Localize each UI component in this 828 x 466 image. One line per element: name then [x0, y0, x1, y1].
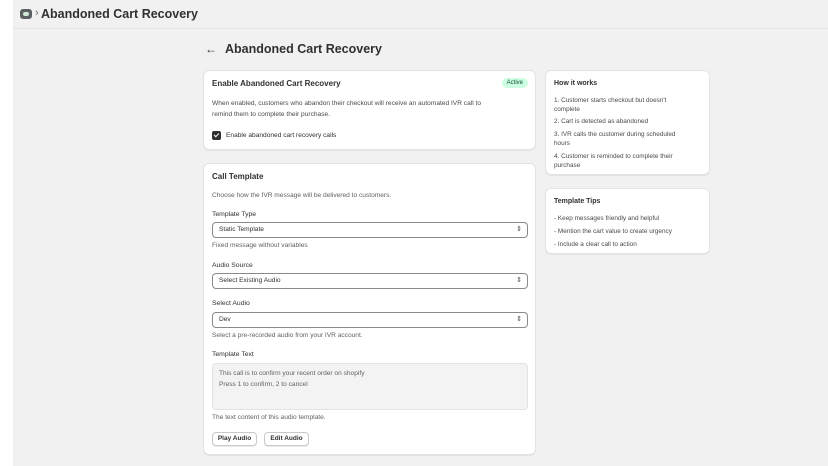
audio-source-label: Audio Source	[212, 262, 253, 269]
select-audio-help: Select a pre-recorded audio from your IV…	[212, 332, 363, 339]
tip-1: - Keep messages friendly and helpful	[554, 215, 660, 222]
play-audio-button[interactable]: Play Audio	[212, 432, 257, 446]
template-tips-card: Template Tips - Keep messages friendly a…	[545, 188, 710, 254]
description-line-2: remind them to complete their purchase.	[212, 111, 331, 118]
template-type-value: Static Template	[219, 226, 264, 233]
description-line-1: When enabled, customers who abandon thei…	[212, 100, 482, 107]
enable-checkbox-row[interactable]: Enable abandoned cart recovery calls	[212, 130, 336, 141]
app-title: Abandoned Cart Recovery	[41, 7, 198, 21]
step-1-line-2: complete	[554, 106, 580, 113]
back-arrow-icon[interactable]: ←	[205, 42, 225, 56]
select-chevron-icon: ⇕	[516, 316, 522, 323]
app-frame: › Abandoned Cart Recovery ← Abandoned Ca…	[13, 0, 828, 466]
select-audio-value: Dev	[219, 316, 231, 323]
app-logo-icon[interactable]	[20, 9, 32, 19]
select-chevron-icon: ⇕	[516, 226, 522, 233]
template-text-line-1: This call is to confirm your recent orde…	[219, 370, 365, 377]
step-3-line-2: hours	[554, 140, 570, 147]
how-it-works-title: How it works	[554, 80, 598, 87]
page-header: ← Abandoned Cart Recovery	[205, 41, 382, 57]
step-4: 4. Customer is reminded to complete thei…	[554, 152, 706, 170]
step-3-line-1: 3. IVR calls the customer during schedul…	[554, 131, 676, 138]
template-text-label: Template Text	[212, 351, 254, 358]
template-text-area[interactable]: This call is to confirm your recent orde…	[212, 363, 528, 410]
call-template-card: Call Template Choose how the IVR message…	[203, 163, 536, 455]
step-3: 3. IVR calls the customer during schedul…	[554, 130, 706, 148]
audio-source-select[interactable]: Select Existing Audio ⇕	[212, 273, 528, 289]
template-text-line-2: Press 1 to confirm, 2 to cancel	[219, 381, 308, 388]
breadcrumb-separator: ›	[35, 7, 39, 19]
select-chevron-icon: ⇕	[516, 277, 522, 284]
enable-checkbox-label[interactable]: Enable abandoned cart recovery calls	[226, 130, 336, 141]
top-bar: › Abandoned Cart Recovery	[13, 0, 828, 29]
select-audio-select[interactable]: Dev ⇕	[212, 312, 528, 328]
step-1-line-1: 1. Customer starts checkout but doesn't	[554, 97, 667, 104]
enable-recovery-card: Enable Abandoned Cart Recovery Active Wh…	[203, 70, 536, 150]
edit-audio-button[interactable]: Edit Audio	[264, 432, 309, 446]
status-badge: Active	[501, 78, 528, 88]
audio-source-value: Select Existing Audio	[219, 277, 281, 284]
call-template-title: Call Template	[212, 172, 264, 181]
select-audio-label: Select Audio	[212, 300, 250, 307]
tip-3: - Include a clear call to action	[554, 241, 637, 248]
enable-card-title: Enable Abandoned Cart Recovery	[212, 79, 341, 88]
enable-recovery-checkbox[interactable]	[212, 131, 221, 140]
call-template-description: Choose how the IVR message will be deliv…	[212, 192, 392, 199]
step-4-line-2: purchase	[554, 162, 581, 169]
page-title: Abandoned Cart Recovery	[225, 42, 382, 56]
template-type-select[interactable]: Static Template ⇕	[212, 222, 528, 238]
step-1: 1. Customer starts checkout but doesn't …	[554, 96, 706, 114]
template-tips-title: Template Tips	[554, 198, 601, 205]
step-4-line-1: 4. Customer is reminded to complete thei…	[554, 153, 673, 160]
template-text-help: The text content of this audio template.	[212, 414, 326, 421]
tip-2: - Mention the cart value to create urgen…	[554, 228, 672, 235]
template-type-label: Template Type	[212, 211, 257, 218]
step-2-line-1: 2. Cart is detected as abandoned	[554, 118, 649, 125]
template-type-help: Fixed message without variables	[212, 242, 308, 249]
enable-card-description: When enabled, customers who abandon thei…	[212, 98, 532, 120]
how-it-works-card: How it works 1. Customer starts checkout…	[545, 70, 710, 175]
step-2: 2. Cart is detected as abandoned	[554, 117, 706, 126]
